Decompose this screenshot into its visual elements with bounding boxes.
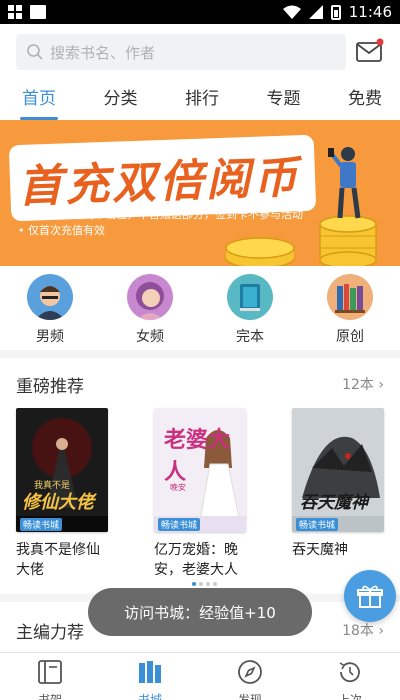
book-title: 我真不是修仙大佬 [16,542,100,578]
book-item[interactable]: 吞天魔神 畅读书城 吞天魔神 [292,408,384,580]
book-icon [227,274,273,320]
tab-topic[interactable]: 专题 [267,84,301,120]
coins-illustration [225,147,377,266]
tab-free[interactable]: 免费 [348,84,382,120]
signal-icon [308,5,323,19]
promo-banner[interactable]: 首充双倍阅币 • 适用于所有阅币档位，不含赠送部分，签到卡不参与活动 • 仅首次… [0,120,400,266]
search-icon [27,44,43,60]
book-title: 吞天魔神 [292,542,348,558]
book-item[interactable]: 我真不是 修仙大佬 畅读书城 我真不是修仙大佬 [16,408,108,580]
header: 搜索书名、作者 首页 分类 排行 专题 免费 [0,24,400,120]
bookshelf-icon [327,274,373,320]
category-label: 男频 [36,329,64,345]
chevron-right-icon: › [378,377,384,393]
cover-badge: 畅读书城 [158,518,201,531]
nav-discover[interactable]: 发现 [215,653,285,700]
cover-title: 吞天魔神 [300,493,368,513]
category-row: 男频 女频 完本 原创 [0,266,400,350]
carousel-dots [192,582,217,586]
compass-icon [238,660,262,684]
banner-line-2: • 仅首次充值有效 [18,224,105,237]
book-title: 亿万宠婚：晚安，老婆大人 [154,542,238,578]
tab-ranking[interactable]: 排行 [185,84,219,120]
book-cover: 吞天魔神 畅读书城 [292,408,384,532]
book-list: 我真不是 修仙大佬 畅读书城 我真不是修仙大佬 老婆大人 晚安 畅读书城 亿万宠… [0,408,400,580]
bottom-nav: 书架 书城 发现 上次 [0,652,400,700]
category-male[interactable]: 男频 [20,274,80,350]
cover-badge: 畅读书城 [296,518,339,531]
recommend-section: 重磅推荐 12本 › 我真不是 修仙大佬 畅读书城 我真不是修仙大佬 老婆大人 … [0,358,400,594]
history-icon [339,662,360,683]
tab-category[interactable]: 分类 [104,84,138,120]
notification-icon [30,5,46,19]
category-label: 完本 [236,329,264,345]
book-cover: 老婆大人 晚安 畅读书城 [154,408,246,532]
section-more[interactable]: 18本 › [342,620,384,640]
category-complete[interactable]: 完本 [220,274,280,350]
gift-icon [357,585,383,608]
male-avatar-icon [27,274,73,320]
mail-icon[interactable] [356,38,384,64]
tab-home[interactable]: 首页 [20,84,58,120]
qr-icon [8,5,22,19]
cover-badge: 畅读书城 [20,518,63,531]
category-label: 女频 [136,329,164,345]
nav-last-read[interactable]: 上次 [315,653,385,700]
status-bar: 11:46 [0,0,400,24]
cover-subtitle: 晚安 [170,483,186,492]
search-input[interactable]: 搜索书名、作者 [16,34,346,70]
section-more[interactable]: 12本 › [342,374,384,394]
category-female[interactable]: 女频 [120,274,180,350]
toast-message: 访问书城：经验值+10 [88,588,312,636]
bookshelf-nav-icon [38,660,62,684]
wifi-icon [282,5,301,19]
nav-label: 发现 [237,693,262,700]
chevron-right-icon: › [378,623,384,639]
category-original[interactable]: 原创 [320,274,380,350]
category-label: 原创 [336,329,364,345]
top-tabs: 首页 分类 排行 专题 免费 [0,84,400,120]
nav-bookshelf[interactable]: 书架 [15,653,85,700]
book-item[interactable]: 老婆大人 晚安 畅读书城 亿万宠婚：晚安，老婆大人 [154,408,246,580]
search-placeholder: 搜索书名、作者 [50,43,156,62]
battery-icon [330,4,341,20]
female-avatar-icon [127,274,173,320]
nav-bookstore[interactable]: 书城 [115,653,185,700]
nav-label: 书架 [37,693,62,700]
section-title: 主编力荐 [16,623,84,643]
nav-label: 上次 [337,693,362,700]
nav-label: 书城 [137,693,162,700]
cover-title: 修仙大佬 [22,492,94,513]
gift-button[interactable] [344,570,396,622]
book-cover: 我真不是 修仙大佬 畅读书城 [16,408,108,532]
clock: 11:46 [348,3,392,21]
section-title: 重磅推荐 [16,377,84,397]
cover-title: 老婆大人 [164,428,231,485]
bookstore-nav-icon [139,661,161,683]
